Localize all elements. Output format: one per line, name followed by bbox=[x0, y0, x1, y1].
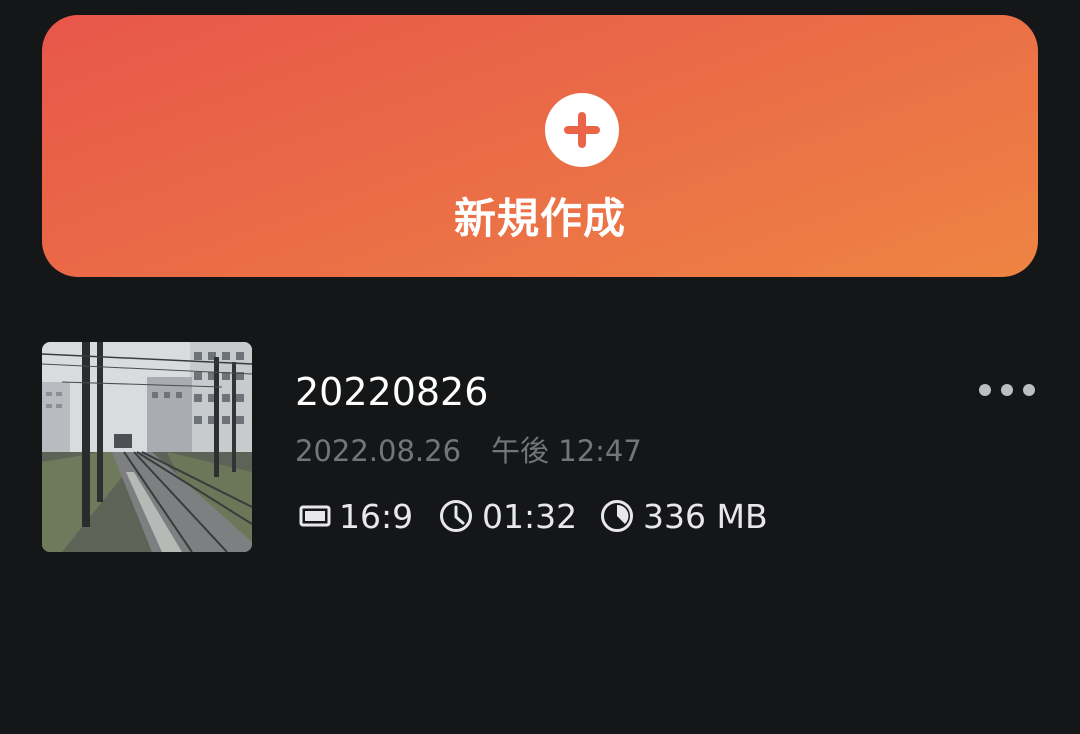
duration-value: 01:32 bbox=[482, 496, 578, 536]
project-title: 20220826 bbox=[295, 370, 489, 414]
file-size-info: 336 MB bbox=[599, 496, 768, 536]
aspect-ratio-value: 16:9 bbox=[339, 496, 414, 536]
project-date: 2022.08.26 bbox=[295, 434, 462, 468]
project-thumbnail[interactable] bbox=[42, 342, 252, 552]
plus-icon bbox=[545, 93, 619, 167]
more-options-button[interactable] bbox=[972, 370, 1042, 410]
duration-info: 01:32 bbox=[438, 496, 577, 536]
file-size-value: 336 MB bbox=[643, 496, 768, 536]
project-list-item[interactable]: 20220826 2022.08.26 午後 12:47 16:9 01:32 3… bbox=[42, 342, 1038, 552]
aspect-ratio-icon bbox=[299, 505, 331, 527]
storage-pie-icon bbox=[601, 500, 633, 532]
new-project-button[interactable]: 新規作成 bbox=[42, 15, 1038, 277]
aspect-ratio-info: 16:9 bbox=[299, 496, 413, 536]
more-horizontal-icon bbox=[979, 384, 1035, 396]
clock-icon bbox=[440, 500, 472, 532]
new-project-label: 新規作成 bbox=[453, 194, 626, 243]
project-date-row: 2022.08.26 午後 12:47 bbox=[295, 428, 642, 470]
project-time: 午後 12:47 bbox=[491, 434, 642, 468]
